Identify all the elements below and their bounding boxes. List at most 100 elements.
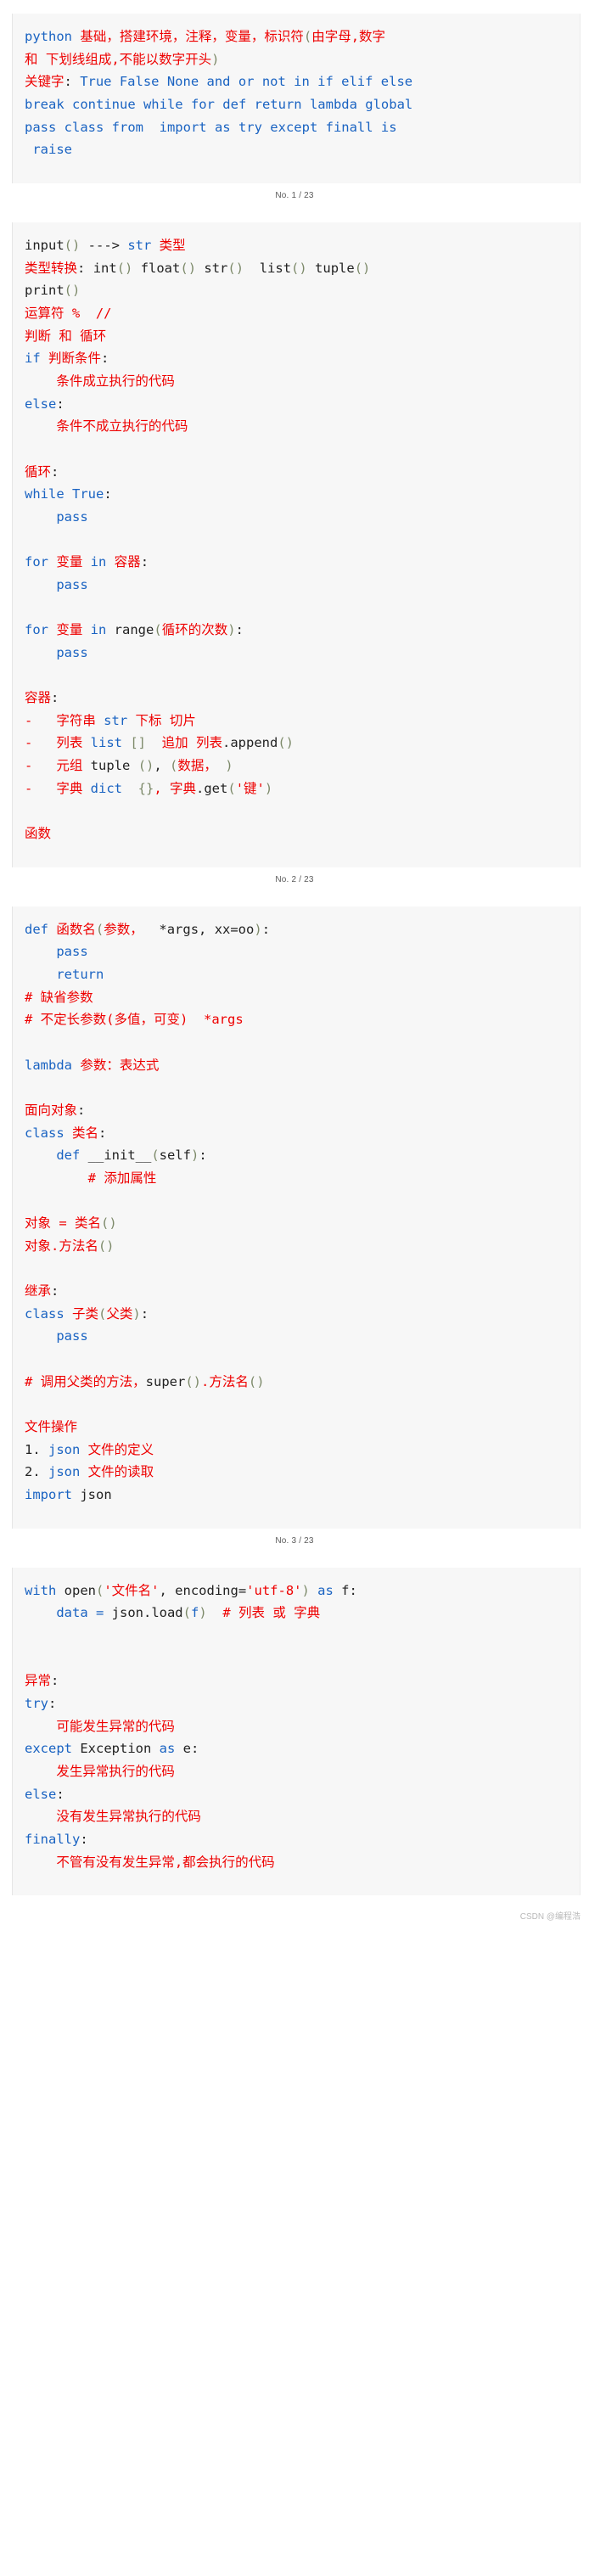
code-line: class 子类(父类): [25, 1303, 571, 1326]
code-token: int [93, 260, 117, 276]
code-line: try: [25, 1692, 571, 1715]
code-token: : [51, 690, 59, 706]
code-token: data = [25, 1605, 112, 1621]
code-token: 变量 [56, 554, 91, 570]
code-block-wrapper: with open('文件名', encoding='utf-8') as f:… [0, 1567, 589, 1896]
code-token: finally [25, 1831, 81, 1847]
code-token: : [51, 1283, 59, 1299]
code-token: .方法名 [201, 1373, 249, 1389]
code-token: float [132, 260, 181, 276]
code-line: 文件操作 [25, 1416, 571, 1439]
code-token: : [104, 486, 112, 502]
code-token: else [25, 396, 57, 412]
code-token: pass [25, 508, 88, 525]
code-line: except Exception as e: [25, 1737, 571, 1760]
code-token: 循环 [25, 463, 52, 480]
code-line: - 字符串 str 下标 切片 [25, 710, 571, 732]
code-block[interactable]: python 基础，搭建环境，注释，变量，标识符(由字母,数字和 下划线组成,不… [12, 14, 581, 183]
code-token: 继承 [25, 1283, 52, 1299]
code-token: list [244, 260, 292, 276]
code-token: class [25, 1305, 72, 1322]
code-block[interactable]: with open('文件名', encoding='utf-8') as f:… [12, 1567, 581, 1896]
code-token: : [51, 1673, 59, 1689]
code-line: else: [25, 1783, 571, 1806]
code-line: import json [25, 1484, 571, 1507]
code-token: open [64, 1582, 96, 1598]
code-token: 关键字 [25, 74, 65, 90]
code-line: - 列表 list [] 追加 列表.append() [25, 732, 571, 755]
code-token: *args, xx=oo [143, 921, 255, 937]
code-token: : [140, 554, 149, 570]
code-token: , [154, 758, 171, 774]
code-token: tuple [90, 758, 131, 774]
code-token: list [90, 735, 122, 751]
code-token: - [25, 712, 33, 728]
code-line: with open('文件名', encoding='utf-8') as f: [25, 1580, 571, 1602]
code-line: return [25, 963, 571, 986]
code-token: 类型 [151, 237, 186, 253]
code-token: 字典 [32, 780, 91, 796]
code-token: : [199, 1148, 207, 1164]
code-blocks-container: python 基础，搭建环境，注释，变量，标识符(由字母,数字和 下划线组成,不… [0, 14, 589, 1925]
code-line: pass [25, 574, 571, 597]
code-token: 下标 切片 [127, 712, 196, 728]
code-token: , 字典 [154, 780, 197, 796]
code-token: 'utf-8' [246, 1582, 302, 1598]
code-token: json [80, 1487, 112, 1503]
code-token: ( [151, 1148, 160, 1164]
code-line: input() ---> str 类型 [25, 234, 571, 257]
code-token: tuple [306, 260, 355, 276]
page-number-footer: No. 1 / 23 [275, 190, 314, 200]
code-token: 运算符 % [25, 305, 88, 321]
code-line: 和 下划线组成,不能以数字开头) [25, 48, 571, 71]
code-token: () [101, 1215, 117, 1232]
code-token: 由字母,数字 [311, 29, 386, 44]
code-token: , encoding= [159, 1582, 247, 1598]
code-line: 运算符 % // [25, 302, 571, 325]
code-block[interactable]: def 函数名(参数， *args, xx=oo): pass return # … [12, 906, 581, 1529]
code-token: Exception [80, 1741, 152, 1757]
code-token: () [291, 260, 307, 276]
code-token: ) [190, 1148, 199, 1164]
code-token: if [25, 351, 48, 367]
code-token: ( [95, 921, 104, 937]
code-token: 参数， [104, 921, 143, 937]
page-number-footer [0, 1895, 589, 1925]
code-token: # 调用父类的方法， [25, 1373, 146, 1389]
code-token: import [25, 1487, 81, 1503]
code-line: print() [25, 279, 571, 302]
code-line: pass [25, 1325, 571, 1348]
code-token: ( [98, 1305, 107, 1322]
code-token: 参数：表达式 [80, 1057, 160, 1073]
code-token: : [80, 1831, 88, 1847]
code-block-wrapper: input() ---> str 类型 类型转换: int() float() s… [0, 222, 589, 867]
code-token: () [278, 735, 294, 751]
code-block[interactable]: input() ---> str 类型 类型转换: int() float() s… [12, 222, 581, 867]
code-token: 文件的定义 [87, 1441, 154, 1457]
code-line: if 判断条件: [25, 347, 571, 370]
code-token: 循环的次数 [161, 622, 228, 638]
code-line: 继承: [25, 1280, 571, 1303]
code-token: : [349, 1582, 357, 1598]
code-line: finally: [25, 1828, 571, 1851]
code-token: : [64, 74, 81, 90]
code-token: // [87, 305, 112, 321]
code-token: def [25, 1148, 88, 1164]
code-token: ) [132, 1305, 141, 1322]
code-token: ( [303, 29, 312, 44]
code-token: ) [264, 780, 273, 796]
code-token: ---> [80, 237, 128, 253]
code-token: def [25, 921, 57, 937]
code-line: # 添加属性 [25, 1167, 571, 1190]
code-line: pass [25, 506, 571, 529]
code-token: : [56, 396, 65, 412]
code-token: class [25, 1125, 72, 1141]
